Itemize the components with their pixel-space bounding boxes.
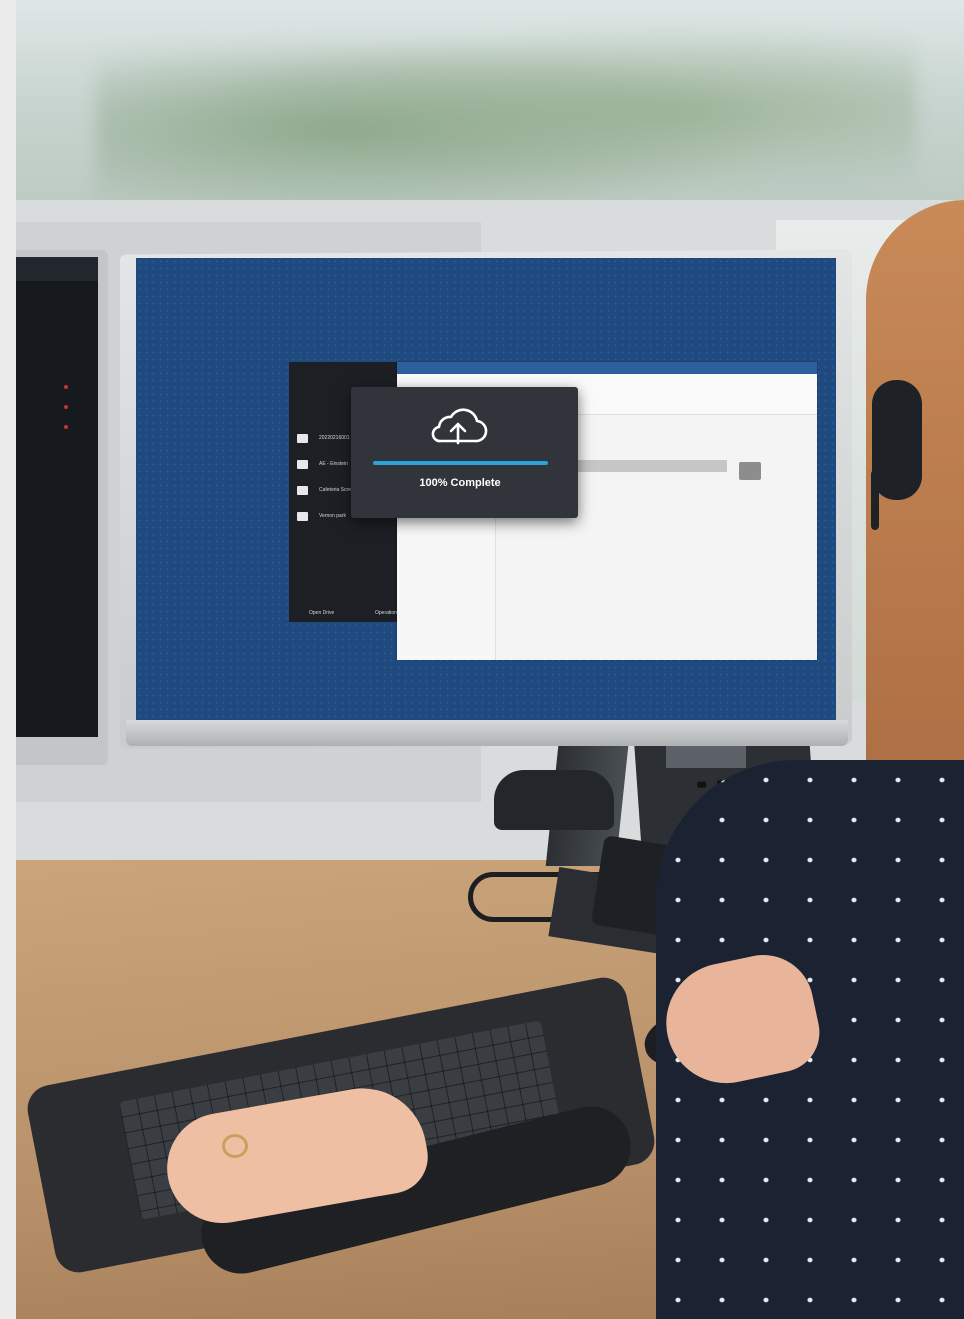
folder-icon <box>739 462 761 480</box>
upload-dialog: 100% Complete <box>351 387 578 518</box>
list-item-label: Cafeteria Scre <box>319 487 351 493</box>
upload-progress-label: 100% Complete <box>419 477 501 489</box>
left-monitor-screen <box>16 257 98 737</box>
folder-icon <box>297 434 308 443</box>
upload-progress-fill <box>373 461 548 465</box>
status-dot <box>64 385 68 389</box>
monitor-bezel-bottom <box>126 720 848 746</box>
list-item-label: Vernon park <box>319 513 346 519</box>
folder-icon <box>297 486 308 495</box>
desk-phone-handset <box>494 770 614 830</box>
status-dot <box>64 425 68 429</box>
selected-row[interactable] <box>577 460 727 472</box>
folder-icon <box>297 512 308 521</box>
list-item-label: AE - Einstein <box>319 461 348 467</box>
open-drive-button[interactable]: Open Drive <box>309 610 334 616</box>
headset <box>872 380 922 500</box>
cloud-upload-icon <box>431 408 488 445</box>
explorer-titlebar <box>397 362 817 374</box>
folder-icon <box>297 460 308 469</box>
operations-button[interactable]: Operations <box>375 610 399 616</box>
left-monitor-toolbar <box>16 257 98 281</box>
list-item-label: 20220216001 <box>319 435 350 441</box>
ring <box>222 1134 248 1158</box>
status-dot <box>64 405 68 409</box>
trees-outside <box>96 10 916 210</box>
upload-progress-bar <box>373 461 548 465</box>
headset-microphone <box>871 470 879 530</box>
